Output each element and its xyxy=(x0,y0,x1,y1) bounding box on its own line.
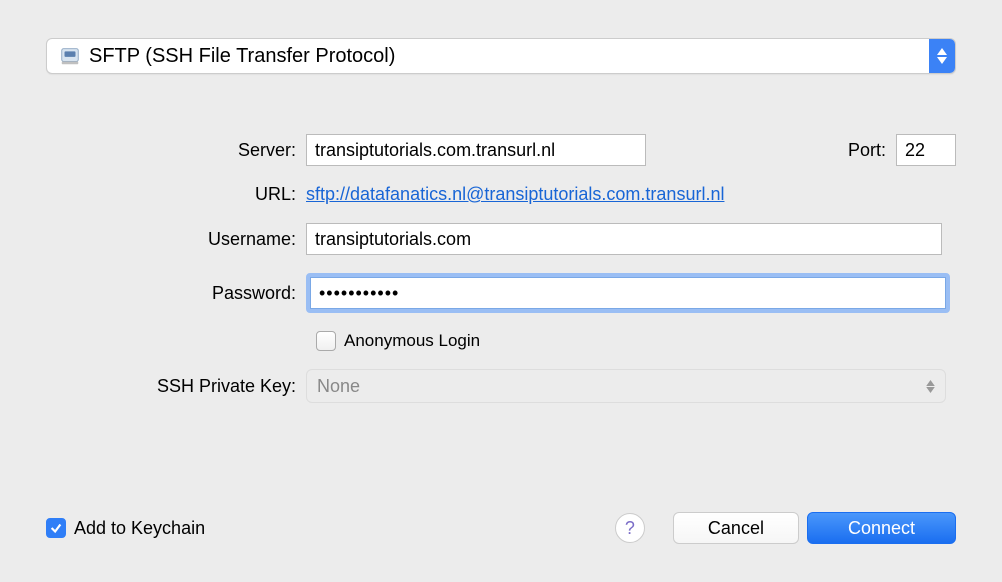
password-input[interactable] xyxy=(310,277,946,309)
url-label: URL: xyxy=(46,184,306,205)
protocol-label: SFTP (SSH File Transfer Protocol) xyxy=(89,45,929,68)
url-link[interactable]: sftp://datafanatics.nl@transiptutorials.… xyxy=(306,184,724,205)
keychain-label: Add to Keychain xyxy=(74,518,205,539)
dropdown-chevrons-icon xyxy=(929,39,955,73)
connect-button[interactable]: Connect xyxy=(807,512,956,544)
port-input[interactable] xyxy=(896,134,956,166)
username-label: Username: xyxy=(46,229,306,250)
disk-icon xyxy=(59,45,81,67)
keychain-checkbox[interactable] xyxy=(46,518,66,538)
ssh-key-value: None xyxy=(317,376,360,397)
cancel-button[interactable]: Cancel xyxy=(673,512,799,544)
ssh-key-select[interactable]: None xyxy=(306,369,946,403)
help-button[interactable]: ? xyxy=(615,513,645,543)
anonymous-checkbox[interactable] xyxy=(316,331,336,351)
username-input[interactable] xyxy=(306,223,942,255)
anonymous-label: Anonymous Login xyxy=(344,331,480,351)
protocol-select[interactable]: SFTP (SSH File Transfer Protocol) xyxy=(46,38,956,74)
server-input[interactable] xyxy=(306,134,646,166)
chevron-updown-icon xyxy=(926,380,935,393)
port-label: Port: xyxy=(848,140,886,161)
server-label: Server: xyxy=(46,140,306,161)
password-label: Password: xyxy=(46,283,306,304)
ssh-key-label: SSH Private Key: xyxy=(46,376,306,397)
